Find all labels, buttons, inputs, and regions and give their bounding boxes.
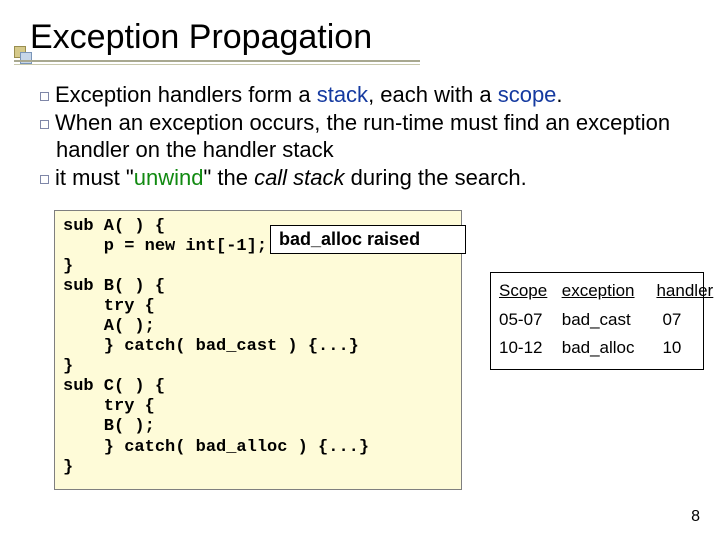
scope-header-scope: Scope	[499, 279, 557, 304]
bullet-1-mid: , each with a	[368, 82, 498, 107]
title-underline	[14, 60, 420, 62]
page-number: 8	[691, 508, 700, 526]
bullet-2-text: When an exception occurs, the run-time m…	[55, 110, 670, 161]
bullet-3-pre: it must "	[55, 165, 134, 190]
scope-cell: 05-07	[499, 308, 557, 333]
bullet-3: it must "unwind" the call stack during t…	[40, 165, 692, 191]
title-underline-2	[14, 64, 420, 65]
bullet-3-post: during the search.	[345, 165, 527, 190]
slide-title: Exception Propagation	[30, 18, 372, 57]
bullet-1-post: .	[556, 82, 562, 107]
bullet-3-ital: call stack	[254, 165, 344, 190]
scope-cell: bad_alloc	[562, 336, 658, 361]
scope-row: 05-07 bad_cast 07	[499, 308, 697, 333]
scope-header-exception: exception	[562, 279, 652, 304]
bullet-icon	[40, 92, 49, 101]
scope-row: 10-12 bad_alloc 10	[499, 336, 697, 361]
bullet-1-pre: Exception handlers form a	[55, 82, 317, 107]
bullet-list: Exception handlers form a stack, each wi…	[40, 82, 692, 194]
scope-cell: 07	[662, 308, 690, 333]
bullet-icon	[40, 175, 49, 184]
bullet-1-kw-stack: stack	[317, 82, 368, 107]
bullet-1: Exception handlers form a stack, each wi…	[40, 82, 692, 108]
bullet-3-kw-unwind: unwind	[134, 165, 204, 190]
code-text: sub A( ) { p = new int[-1]; } sub B( ) {…	[63, 217, 453, 478]
scope-header-handler: handler	[656, 279, 706, 304]
scope-header-row: Scope exception handler	[499, 279, 697, 304]
bullet-1-kw-scope: scope	[498, 82, 557, 107]
bullet-3-mid: " the	[203, 165, 254, 190]
raised-label: bad_alloc raised	[270, 225, 466, 254]
slide: Exception Propagation Exception handlers…	[0, 0, 720, 540]
scope-cell: 10-12	[499, 336, 557, 361]
scope-cell: bad_cast	[562, 308, 658, 333]
scope-table: Scope exception handler 05-07 bad_cast 0…	[490, 272, 704, 370]
bullet-icon	[40, 120, 49, 129]
scope-cell: 10	[662, 336, 690, 361]
bullet-2: When an exception occurs, the run-time m…	[40, 110, 692, 163]
